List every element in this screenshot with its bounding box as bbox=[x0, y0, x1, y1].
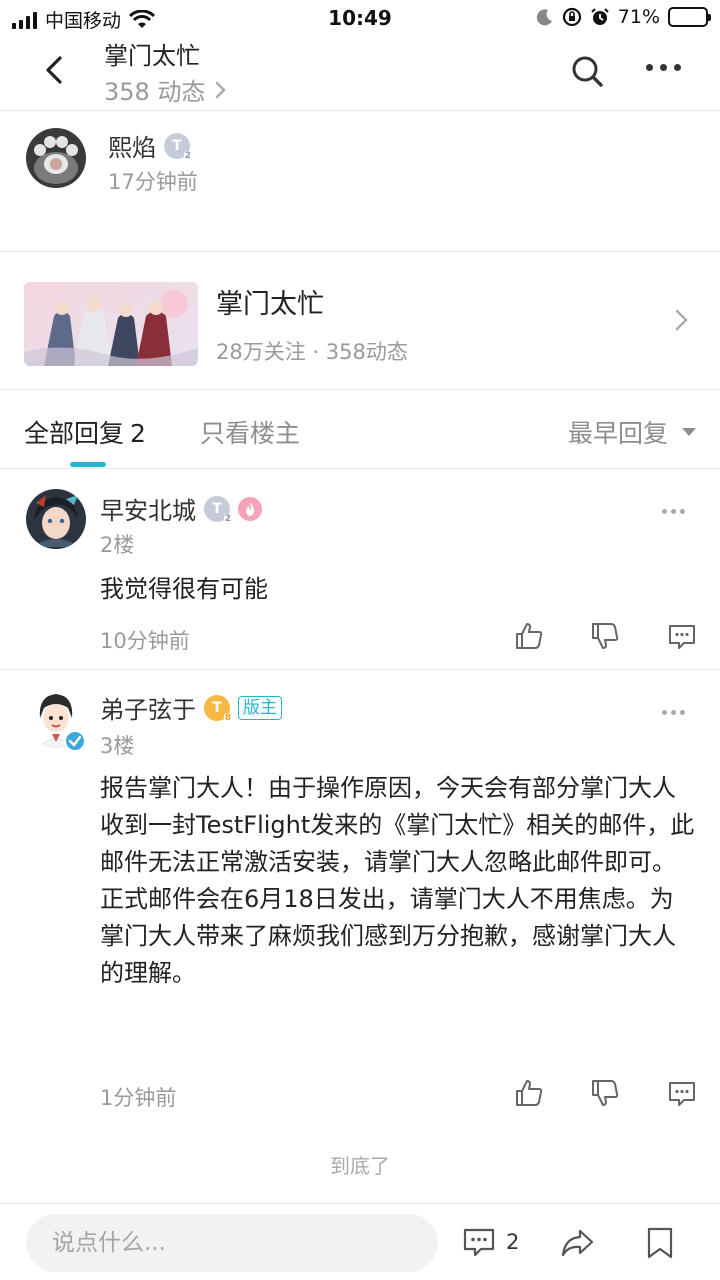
verified-icon bbox=[64, 730, 86, 752]
header-subtitle[interactable]: 358 动态 bbox=[104, 72, 227, 107]
header-title[interactable]: 掌门太忙 bbox=[104, 36, 200, 71]
comment-count-button[interactable]: 2 bbox=[462, 1226, 519, 1258]
header: 掌门太忙 358 动态 bbox=[0, 30, 720, 110]
tab-owner-only[interactable]: 只看楼主 bbox=[200, 414, 300, 450]
author-name-text: 熙焰 bbox=[108, 134, 156, 162]
reply-floor: 2楼 bbox=[100, 533, 135, 557]
author-avatar[interactable] bbox=[26, 128, 86, 188]
reply-item: 早安北城 T2 2楼 我觉得很有可能 10分钟前 bbox=[0, 469, 720, 669]
search-icon[interactable] bbox=[568, 52, 608, 92]
sort-label: 最早回复 bbox=[567, 419, 668, 448]
tab-all-replies[interactable]: 全部回复 2 bbox=[24, 414, 146, 450]
caret-down-icon bbox=[682, 428, 696, 436]
game-stats: 28万关注 · 358动态 bbox=[216, 340, 408, 364]
author-name[interactable]: 熙焰 T2 bbox=[108, 128, 192, 163]
reply-username-text: 早安北城 bbox=[100, 497, 196, 525]
like-icon[interactable] bbox=[514, 1078, 544, 1108]
reply-time: 1分钟前 bbox=[100, 1086, 177, 1110]
game-name: 掌门太忙 bbox=[216, 289, 324, 320]
moon-icon bbox=[536, 9, 552, 26]
more-icon[interactable] bbox=[662, 509, 688, 515]
level-badge-icon: T2 bbox=[204, 495, 232, 524]
chevron-right-icon bbox=[216, 81, 227, 98]
end-of-list-text: 到底了 bbox=[330, 1154, 390, 1178]
reply-avatar[interactable] bbox=[26, 489, 86, 549]
sort-dropdown[interactable]: 最早回复 bbox=[568, 414, 696, 450]
game-card[interactable]: 掌门太忙 28万关注 · 358动态 bbox=[0, 252, 720, 389]
reply-username-text: 弟子弦于 bbox=[100, 696, 196, 724]
reply-username[interactable]: 弟子弦于 T8 版主 bbox=[100, 690, 282, 725]
status-right: 71% bbox=[536, 6, 711, 28]
comment-count: 2 bbox=[506, 1230, 520, 1254]
reply-comment-icon[interactable] bbox=[667, 1078, 697, 1108]
rotation-lock-icon bbox=[562, 7, 581, 27]
reply-floor: 3楼 bbox=[100, 734, 135, 758]
battery-icon bbox=[668, 7, 711, 27]
header-divider bbox=[0, 110, 720, 111]
like-icon[interactable] bbox=[514, 621, 544, 651]
bookmark-icon[interactable] bbox=[646, 1226, 674, 1260]
back-icon[interactable] bbox=[36, 52, 72, 88]
dislike-icon[interactable] bbox=[590, 621, 620, 651]
alarm-icon bbox=[591, 8, 609, 25]
more-icon[interactable] bbox=[662, 710, 688, 716]
share-icon[interactable] bbox=[560, 1226, 594, 1260]
comment-icon bbox=[463, 1228, 495, 1257]
reply-username[interactable]: 早安北城 T2 bbox=[100, 491, 262, 526]
reply-time: 10分钟前 bbox=[100, 629, 190, 653]
battery-percent: 71% bbox=[617, 6, 660, 28]
reply-comment-icon[interactable] bbox=[667, 621, 697, 651]
more-icon[interactable] bbox=[646, 64, 682, 78]
level-badge-icon: T2 bbox=[164, 132, 192, 161]
dislike-icon[interactable] bbox=[590, 1078, 620, 1108]
bottom-bar: 2 bbox=[0, 1203, 720, 1280]
reply-item: 弟子弦于 T8 版主 3楼 报告掌门大人！由于操作原因，今天会有部分掌门大人收到… bbox=[0, 670, 720, 1130]
author-post-time: 17分钟前 bbox=[108, 170, 198, 194]
tab-active-indicator bbox=[70, 462, 106, 467]
card-divider bbox=[0, 389, 720, 390]
comment-input[interactable] bbox=[26, 1214, 438, 1272]
game-thumbnail bbox=[24, 282, 198, 366]
moderator-tag: 版主 bbox=[238, 695, 282, 720]
reply-content: 报告掌门大人！由于操作原因，今天会有部分掌门大人收到一封TestFlight发来… bbox=[100, 774, 695, 987]
level-badge-icon: T8 bbox=[204, 694, 232, 723]
header-subtitle-text: 358 动态 bbox=[104, 78, 206, 106]
chevron-right-icon bbox=[675, 309, 688, 331]
fire-badge-icon bbox=[238, 496, 262, 521]
reply-content: 我觉得很有可能 bbox=[100, 575, 268, 603]
